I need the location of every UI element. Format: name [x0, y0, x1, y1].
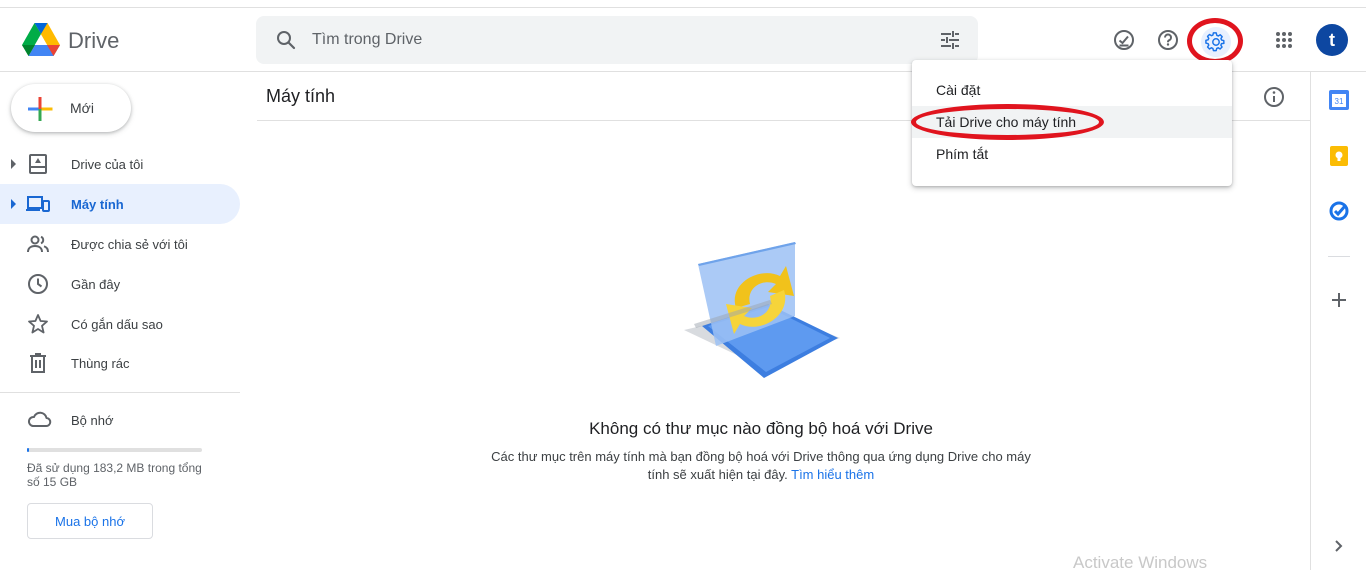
drive-app: Drive t Mới — [0, 0, 1366, 570]
activate-windows-watermark: Activate Windows — [1073, 553, 1208, 570]
computer-sync-illustration-icon — [680, 238, 845, 388]
download-highlight-ring — [911, 104, 1104, 140]
menu-item-label: Cài đặt — [936, 82, 981, 98]
sidebar-item-my-drive[interactable]: Drive của tôi — [0, 144, 240, 184]
keep-icon[interactable] — [1328, 145, 1350, 167]
svg-text:31: 31 — [1335, 97, 1344, 106]
empty-state-text: Các thư mục trên máy tính mà bạn đồng bộ… — [491, 449, 1031, 482]
sidebar-item-label: Được chia sẻ với tôi — [71, 237, 188, 252]
search-icon[interactable] — [274, 28, 298, 57]
empty-state-title: Không có thư mục nào đồng bộ hoá với Dri… — [589, 419, 933, 438]
buy-storage-button[interactable]: Mua bộ nhớ — [27, 503, 153, 539]
app-name[interactable]: Drive — [68, 28, 119, 54]
trash-icon — [26, 351, 50, 375]
search-input[interactable] — [312, 16, 912, 64]
menu-item-settings[interactable]: Cài đặt — [912, 74, 1232, 106]
gear-icon — [1205, 32, 1225, 52]
tasks-icon[interactable] — [1328, 200, 1350, 222]
apps-grid-icon — [1276, 32, 1292, 48]
star-icon — [26, 312, 50, 336]
sidebar-item-trash[interactable]: Thùng rác — [0, 343, 240, 383]
sidebar-item-label: Có gắn dấu sao — [71, 317, 163, 332]
my-drive-icon — [26, 152, 50, 176]
empty-state-description: Các thư mục trên máy tính mà bạn đồng bộ… — [481, 448, 1041, 484]
storage-usage-fill — [27, 448, 30, 452]
search-bar[interactable] — [256, 16, 978, 64]
help-button[interactable] — [1152, 24, 1184, 56]
expand-caret-icon[interactable] — [11, 199, 16, 209]
sidebar-item-storage[interactable]: Bộ nhớ — [0, 400, 240, 440]
apps-button[interactable] — [1268, 24, 1300, 56]
sidebar-item-label: Máy tính — [71, 197, 124, 212]
settings-button[interactable] — [1201, 27, 1231, 57]
plus-icon — [27, 96, 53, 127]
side-panel-divider — [1328, 256, 1350, 257]
drive-logo-icon[interactable] — [22, 23, 60, 61]
help-icon — [1158, 30, 1178, 50]
shared-icon — [26, 232, 50, 256]
sidebar-item-shared[interactable]: Được chia sẻ với tôi — [0, 224, 240, 264]
chevron-right-icon[interactable] — [1328, 535, 1350, 557]
storage-usage-text: Đã sử dụng 183,2 MB trong tổng số 15 GB — [27, 461, 202, 489]
sidebar-item-starred[interactable]: Có gắn dấu sao — [0, 304, 240, 344]
learn-more-link[interactable]: Tìm hiểu thêm — [791, 467, 874, 482]
check-circle-icon — [1114, 30, 1134, 50]
new-button-label: Mới — [70, 100, 94, 116]
new-button[interactable]: Mới — [11, 84, 131, 132]
sidebar-divider — [0, 392, 240, 393]
side-panel-border — [1310, 72, 1311, 570]
expand-caret-icon[interactable] — [11, 159, 16, 169]
search-options-icon[interactable] — [938, 28, 962, 57]
menu-item-label: Phím tắt — [936, 146, 989, 162]
settings-highlight-ring — [1187, 18, 1243, 64]
sidebar-item-label: Gần đây — [71, 277, 121, 292]
offline-status-button[interactable] — [1108, 24, 1140, 56]
page-title: Máy tính — [266, 86, 336, 106]
storage-label: Bộ nhớ — [71, 413, 114, 428]
sidebar-item-computers[interactable]: Máy tính — [0, 184, 240, 224]
sidebar-item-label: Drive của tôi — [71, 157, 144, 172]
sidebar-item-label: Thùng rác — [71, 356, 130, 371]
calendar-icon[interactable]: 31 — [1328, 89, 1350, 111]
add-addon-icon[interactable] — [1328, 289, 1350, 311]
cloud-icon — [26, 408, 52, 432]
computers-icon — [26, 192, 50, 216]
clock-icon — [26, 272, 50, 296]
storage-usage-bar — [27, 448, 202, 452]
account-avatar[interactable]: t — [1316, 24, 1348, 56]
menu-item-shortcuts[interactable]: Phím tắt — [912, 138, 1232, 170]
sidebar-item-recent[interactable]: Gần đây — [0, 264, 240, 304]
info-icon[interactable] — [1262, 85, 1286, 114]
